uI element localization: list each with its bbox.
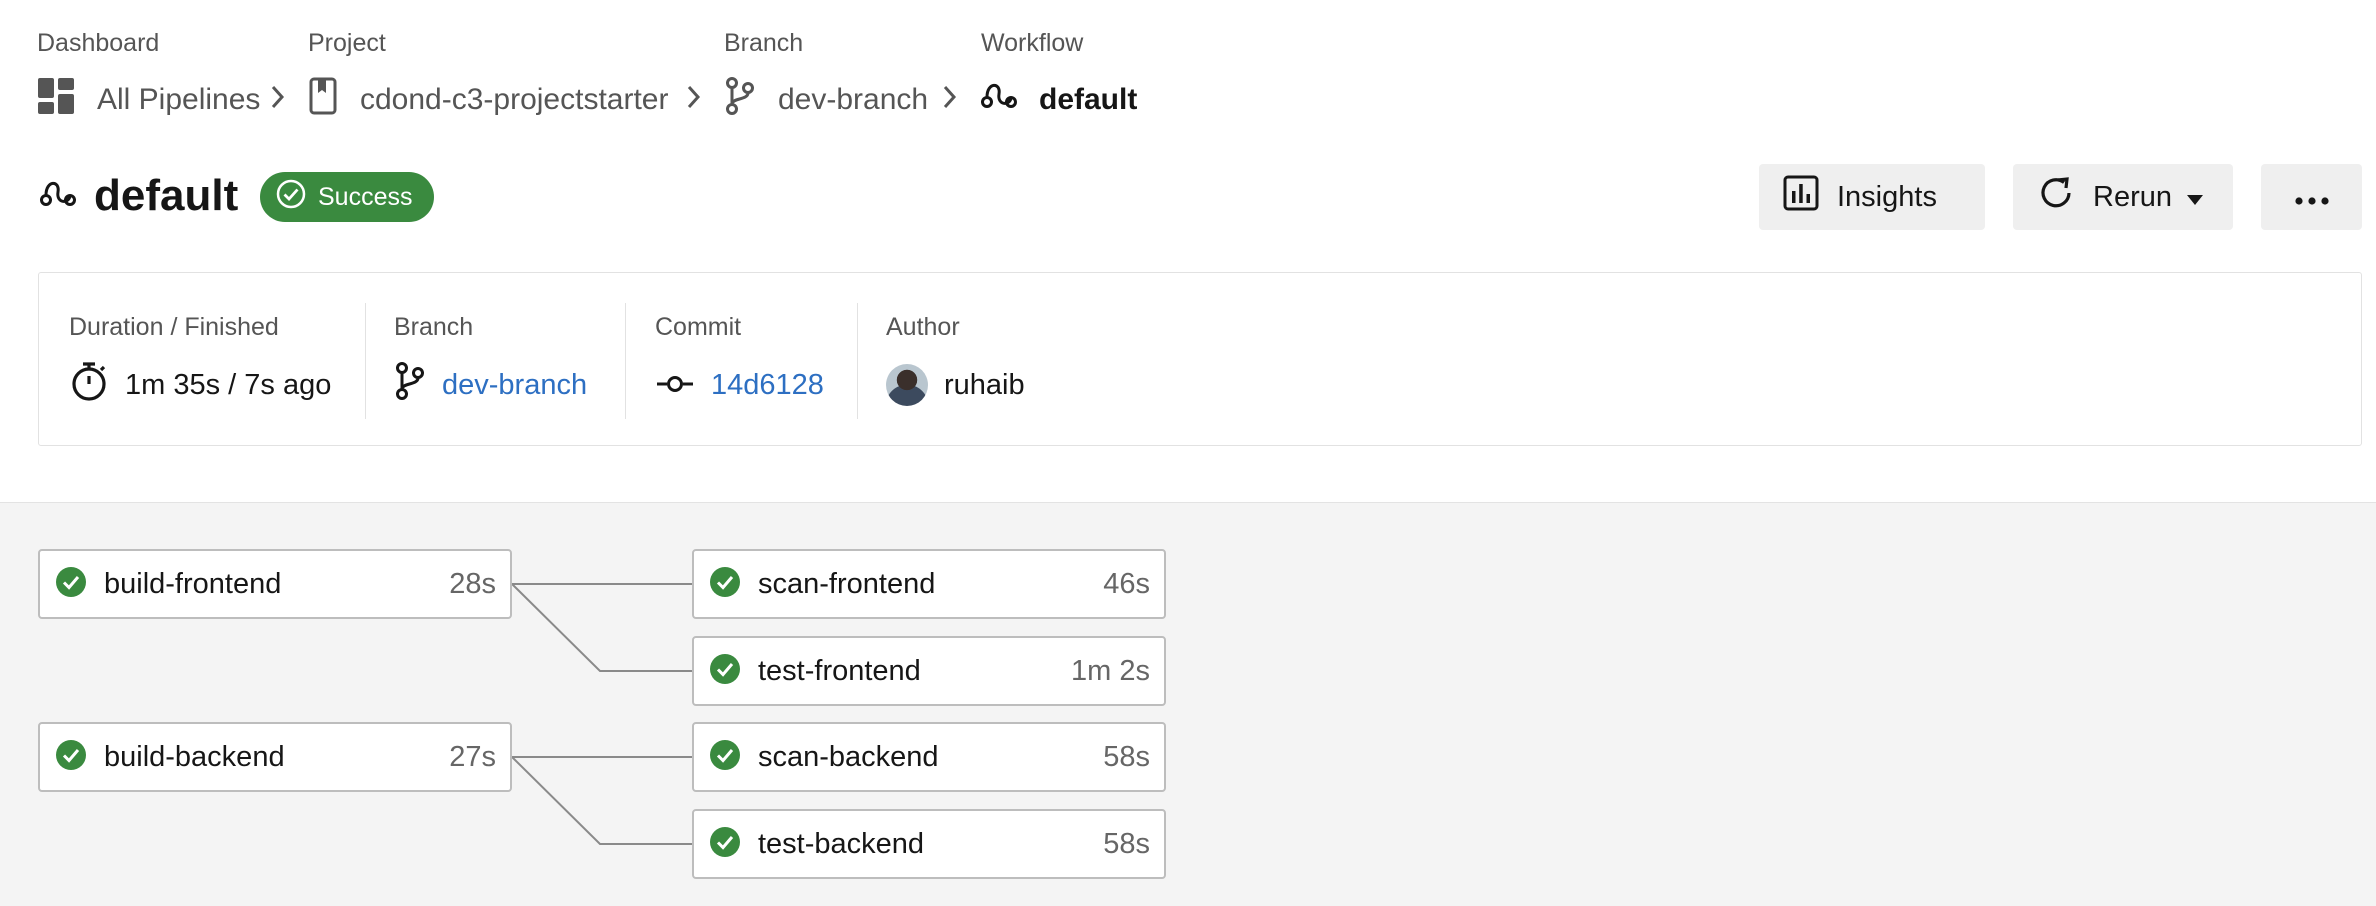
caret-down-icon (2186, 181, 2204, 214)
insights-label: Insights (1837, 180, 1937, 213)
author-value-row: ruhaib (886, 357, 1025, 413)
commit-link[interactable]: 14d6128 (711, 369, 824, 402)
job-scan-backend[interactable]: scan-backend 58s (692, 722, 1166, 792)
breadcrumb-link-all-pipelines[interactable]: All Pipelines (37, 72, 260, 128)
insights-button[interactable]: Insights (1759, 164, 1985, 230)
job-name: build-backend (104, 740, 285, 773)
connector-line (511, 756, 694, 845)
branch-value-row: dev-branch (394, 357, 587, 413)
rerun-label: Rerun (2093, 180, 2172, 213)
breadcrumb-heading: Dashboard (37, 29, 160, 57)
job-name: test-frontend (758, 654, 921, 687)
divider (625, 303, 626, 419)
success-check-icon (710, 826, 740, 862)
job-build-backend[interactable]: build-backend 27s (38, 722, 512, 792)
commit-icon (655, 369, 695, 402)
breadcrumb-current-workflow: default (981, 72, 1137, 128)
more-horizontal-icon (2294, 181, 2330, 214)
rerun-button[interactable]: Rerun (2013, 164, 2233, 230)
commit-value-row: 14d6128 (655, 357, 824, 413)
job-name: scan-frontend (758, 567, 936, 600)
breadcrumb-label: dev-branch (778, 83, 929, 116)
breadcrumb-label: cdond-c3-projectstarter (360, 83, 669, 116)
breadcrumb-label: All Pipelines (97, 83, 261, 116)
job-duration: 28s (449, 567, 496, 600)
branch-link[interactable]: dev-branch (442, 369, 587, 402)
divider (857, 303, 858, 419)
job-name: scan-backend (758, 740, 939, 773)
chevron-right-icon (268, 82, 288, 117)
job-name: test-backend (758, 827, 925, 860)
workflow-icon (40, 178, 76, 215)
job-duration: 58s (1103, 827, 1150, 860)
page-title: default (94, 171, 239, 220)
workflow-icon (981, 80, 1017, 120)
check-circle-icon (276, 179, 306, 216)
job-duration: 58s (1103, 740, 1150, 773)
breadcrumb-heading: Project (308, 29, 386, 57)
duration-value: 1m 35s / 7s ago (125, 368, 332, 401)
stopwatch-icon (69, 360, 109, 410)
job-duration: 27s (449, 740, 496, 773)
breadcrumb-heading: Workflow (981, 29, 1084, 57)
job-duration: 46s (1103, 567, 1150, 600)
breadcrumb-link-branch[interactable]: dev-branch (724, 72, 928, 128)
breadcrumb-workflow: Workflow default (981, 28, 1137, 128)
git-branch-icon (394, 361, 426, 409)
job-test-frontend[interactable]: test-frontend 1m 2s (692, 636, 1166, 706)
breadcrumb-link-project[interactable]: cdond-c3-projectstarter (308, 72, 668, 128)
workflow-graph: build-frontend 28s scan-frontend 46s tes… (0, 502, 2376, 906)
job-scan-frontend[interactable]: scan-frontend 46s (692, 549, 1166, 619)
duration-heading: Duration / Finished (69, 313, 279, 341)
job-test-backend[interactable]: test-backend 58s (692, 809, 1166, 879)
breadcrumb-project: Project cdond-c3-projectstarter (308, 28, 668, 128)
branch-heading: Branch (394, 313, 474, 341)
chevron-right-icon (684, 82, 704, 117)
breadcrumb-heading: Branch (724, 29, 804, 57)
status-label: Success (318, 182, 413, 211)
divider (365, 303, 366, 419)
job-build-frontend[interactable]: build-frontend 28s (38, 549, 512, 619)
breadcrumb-branch: Branch dev-branch (724, 28, 928, 128)
job-name: build-frontend (104, 567, 282, 600)
author-heading: Author (886, 313, 960, 341)
status-badge: Success (260, 172, 434, 222)
commit-heading: Commit (655, 313, 742, 341)
bookmark-icon (308, 77, 338, 123)
refresh-icon (2037, 174, 2075, 220)
success-check-icon (56, 739, 86, 775)
connector-line (511, 583, 694, 672)
success-check-icon (56, 566, 86, 602)
git-branch-icon (724, 76, 756, 124)
success-check-icon (710, 653, 740, 689)
success-check-icon (710, 739, 740, 775)
success-check-icon (710, 566, 740, 602)
breadcrumb-dashboard: Dashboard All Pipelines (37, 28, 260, 128)
dashboard-icon (37, 77, 75, 123)
duration-value-row: 1m 35s / 7s ago (69, 357, 331, 413)
author-name: ruhaib (944, 368, 1025, 401)
chevron-right-icon (940, 82, 960, 117)
avatar (886, 364, 928, 406)
bar-chart-icon (1783, 175, 1819, 219)
breadcrumb-label: default (1039, 83, 1138, 116)
job-duration: 1m 2s (1071, 654, 1150, 687)
workflow-summary-card: Duration / Finished 1m 35s / 7s ago Bran… (38, 272, 2362, 446)
more-options-button[interactable] (2261, 164, 2362, 230)
